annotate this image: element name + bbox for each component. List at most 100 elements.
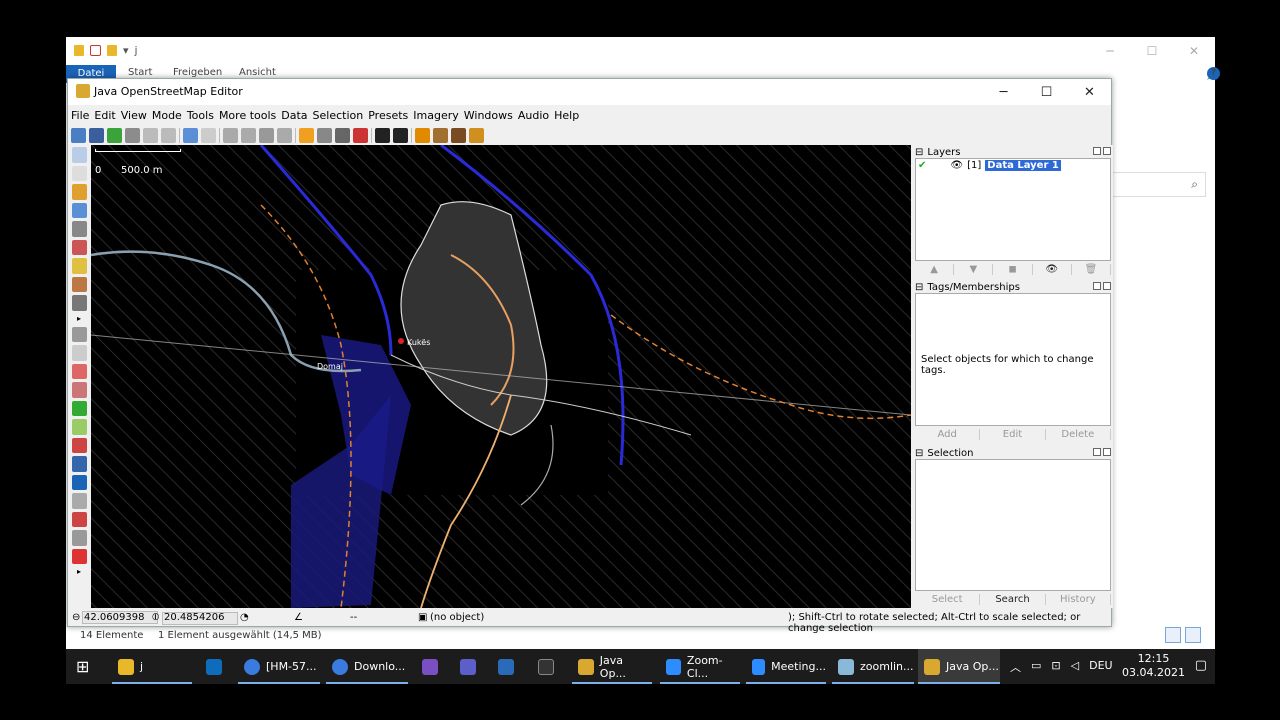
collapse-icon[interactable]: ⊟ — [915, 448, 923, 459]
zoom-mode-icon[interactable] — [71, 202, 87, 218]
close-panel-icon[interactable] — [1103, 147, 1111, 155]
selection-panel-header[interactable]: ⊟ Selection — [913, 447, 1113, 459]
tags-toggle-icon[interactable] — [71, 345, 87, 361]
expand-arrow-icon[interactable]: ▸ — [77, 314, 81, 324]
tags-panel-header[interactable]: ⊟ Tags/Memberships — [913, 281, 1113, 293]
menu-selection[interactable]: Selection — [313, 109, 364, 122]
minimize-button[interactable]: ─ — [1089, 37, 1131, 65]
visibility-eye-icon[interactable]: 👁 — [950, 160, 963, 171]
volume-icon[interactable]: ◁ — [1071, 659, 1079, 675]
move-down-icon[interactable]: ▼ — [954, 263, 994, 275]
open-icon[interactable] — [71, 127, 86, 143]
redo-icon[interactable] — [161, 127, 176, 143]
detach-icon[interactable] — [1093, 147, 1101, 155]
taskbar-item-visual-studio[interactable] — [416, 649, 446, 684]
detach-icon[interactable] — [1093, 282, 1101, 290]
maximize-button[interactable]: ☐ — [1131, 37, 1173, 65]
details-view-icon[interactable] — [1165, 627, 1181, 643]
help-icon[interactable]: ? — [1207, 67, 1220, 80]
relation-icon[interactable] — [71, 382, 87, 398]
clock[interactable]: 12:15 03.04.2021 — [1122, 652, 1185, 680]
extrude-icon[interactable] — [71, 239, 87, 255]
search-button[interactable]: Search — [980, 593, 1046, 605]
dropdown-icon[interactable]: ▾ — [123, 44, 129, 57]
properties-icon[interactable] — [90, 45, 101, 56]
menu-more-tools[interactable]: More tools — [219, 109, 276, 122]
hiking-icon[interactable] — [451, 127, 466, 143]
select-mode-icon[interactable] — [71, 147, 87, 163]
language-indicator[interactable]: DEU — [1089, 659, 1112, 675]
taskbar-item-meeting[interactable]: Meeting... — [746, 649, 826, 684]
explorer-search-box[interactable]: ⌕ — [1112, 172, 1206, 197]
collapse-icon[interactable]: ⊟ — [915, 147, 923, 158]
taskbar-item-chrome-2[interactable]: Downlo... — [326, 649, 408, 684]
building-icon[interactable] — [317, 127, 332, 143]
folder-icon[interactable] — [74, 45, 84, 56]
add-tag-button[interactable]: Add — [915, 428, 981, 440]
building-tool-icon[interactable] — [71, 295, 87, 311]
menu-data[interactable]: Data — [281, 109, 307, 122]
car-icon[interactable] — [375, 127, 390, 143]
delete-tag-button[interactable]: Delete — [1046, 428, 1111, 440]
taskbar-item-teams[interactable] — [454, 649, 484, 684]
menu-view[interactable]: View — [121, 109, 147, 122]
notes-icon[interactable] — [71, 511, 87, 527]
delete-mode-icon[interactable] — [71, 221, 87, 237]
simplify-way-icon[interactable] — [277, 127, 292, 143]
preferences-icon[interactable] — [201, 127, 216, 143]
josm-minimize-button[interactable]: ─ — [982, 79, 1025, 105]
edit-tag-button[interactable]: Edit — [980, 428, 1046, 440]
menu-mode[interactable]: Mode — [152, 109, 182, 122]
tiles-view-icon[interactable] — [1185, 627, 1201, 643]
preset-icon[interactable] — [299, 127, 314, 143]
chevron-up-icon[interactable]: ︿ — [1010, 659, 1021, 675]
menu-presets[interactable]: Presets — [368, 109, 408, 122]
layer-row[interactable]: ✔ 👁 [1] Data Layer 1 — [918, 159, 1108, 171]
expand-arrow-icon[interactable]: ▸ — [77, 567, 81, 577]
map-icon[interactable] — [71, 400, 87, 416]
taskbar-item-outlook[interactable] — [200, 649, 230, 684]
taskbar-item-terminal[interactable] — [532, 649, 562, 684]
map-view[interactable]: Kukës Domaj 0 500.0 m — [91, 145, 911, 608]
active-check-icon[interactable]: ✔ — [918, 160, 926, 171]
taskbar-item-josm-2[interactable]: Java Op... — [918, 649, 1000, 684]
menu-edit[interactable]: Edit — [94, 109, 115, 122]
menu-tools[interactable]: Tools — [187, 109, 214, 122]
show-hide-icon[interactable]: 👁 — [1033, 263, 1072, 275]
battery-icon[interactable]: ▭ — [1031, 659, 1041, 675]
download-icon[interactable] — [107, 127, 122, 143]
detach-icon[interactable] — [1093, 448, 1101, 456]
conflict-icon[interactable] — [71, 456, 87, 472]
history-button[interactable]: History — [1046, 593, 1111, 605]
filter-funnel-icon[interactable] — [71, 493, 87, 509]
menu-windows[interactable]: Windows — [464, 109, 513, 122]
menu-audio[interactable]: Audio — [518, 109, 549, 122]
marker-icon[interactable] — [71, 548, 87, 564]
taskbar-item-remote[interactable] — [492, 649, 522, 684]
layer-name[interactable]: Data Layer 1 — [985, 159, 1061, 171]
traffic-light-icon[interactable] — [335, 127, 350, 143]
start-button[interactable]: ⊞ — [70, 649, 106, 684]
save-icon[interactable] — [89, 127, 104, 143]
changeset-icon[interactable] — [71, 530, 87, 546]
undo-icon[interactable] — [143, 127, 158, 143]
layers-toggle-icon[interactable] — [71, 326, 87, 342]
close-button[interactable]: ✕ — [1173, 37, 1215, 65]
network-icon[interactable]: ⊡ — [1051, 659, 1060, 675]
industrial-icon[interactable] — [469, 127, 484, 143]
taskbar-item-zoom-client[interactable]: Zoom-Cl... — [660, 649, 740, 684]
collapse-icon[interactable]: ⊟ — [915, 282, 923, 293]
restaurant-icon[interactable] — [433, 127, 448, 143]
draw-mode-icon[interactable] — [71, 184, 87, 200]
users-icon[interactable] — [71, 437, 87, 453]
close-panel-icon[interactable] — [1103, 448, 1111, 456]
lasso-icon[interactable] — [71, 165, 87, 181]
town-marker[interactable] — [398, 338, 404, 344]
reverse-way-icon[interactable] — [259, 127, 274, 143]
tab-ansicht[interactable]: Ansicht — [239, 67, 276, 78]
tab-start[interactable]: Start — [128, 67, 152, 78]
filter-icon[interactable] — [71, 419, 87, 435]
layers-panel-header[interactable]: ⊟ Layers — [913, 146, 1113, 158]
josm-close-button[interactable]: ✕ — [1068, 79, 1111, 105]
warning-icon[interactable] — [415, 127, 430, 143]
